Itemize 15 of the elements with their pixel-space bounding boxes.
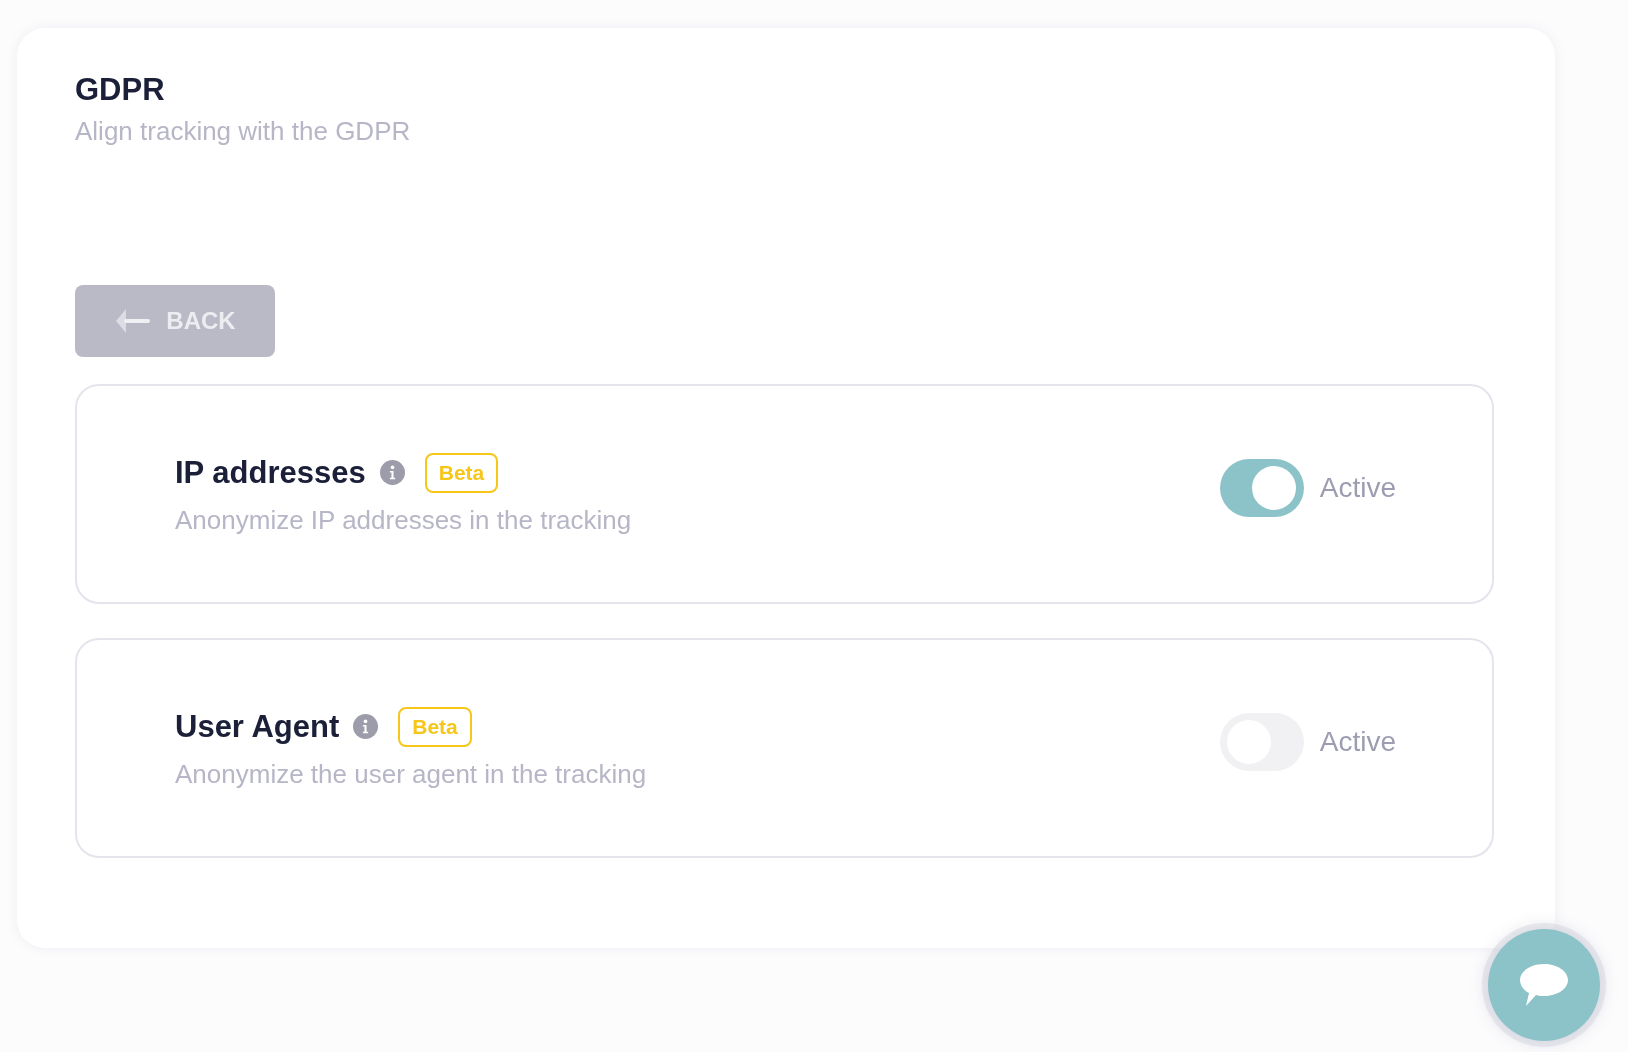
info-icon[interactable]: [353, 714, 379, 739]
toggle-switch[interactable]: [1219, 459, 1304, 517]
setting-description: Anonymize IP addresses in the tracking: [175, 504, 632, 536]
status-label: Active: [1319, 726, 1396, 758]
setting-title: User Agent: [175, 708, 340, 745]
page-title: GDPR: [75, 72, 166, 108]
chat-button[interactable]: [1488, 929, 1600, 1041]
info-icon[interactable]: [379, 460, 405, 485]
speech-bubble-icon: [1518, 962, 1570, 1008]
setting-description: Anonymize the user agent in the tracking: [175, 758, 647, 790]
beta-badge: Beta: [398, 706, 472, 747]
beta-badge: Beta: [424, 452, 499, 493]
page-subtitle: Align tracking with the GDPR: [75, 116, 412, 147]
setting-title: IP addresses: [175, 454, 366, 491]
status-label: Active: [1319, 472, 1396, 504]
